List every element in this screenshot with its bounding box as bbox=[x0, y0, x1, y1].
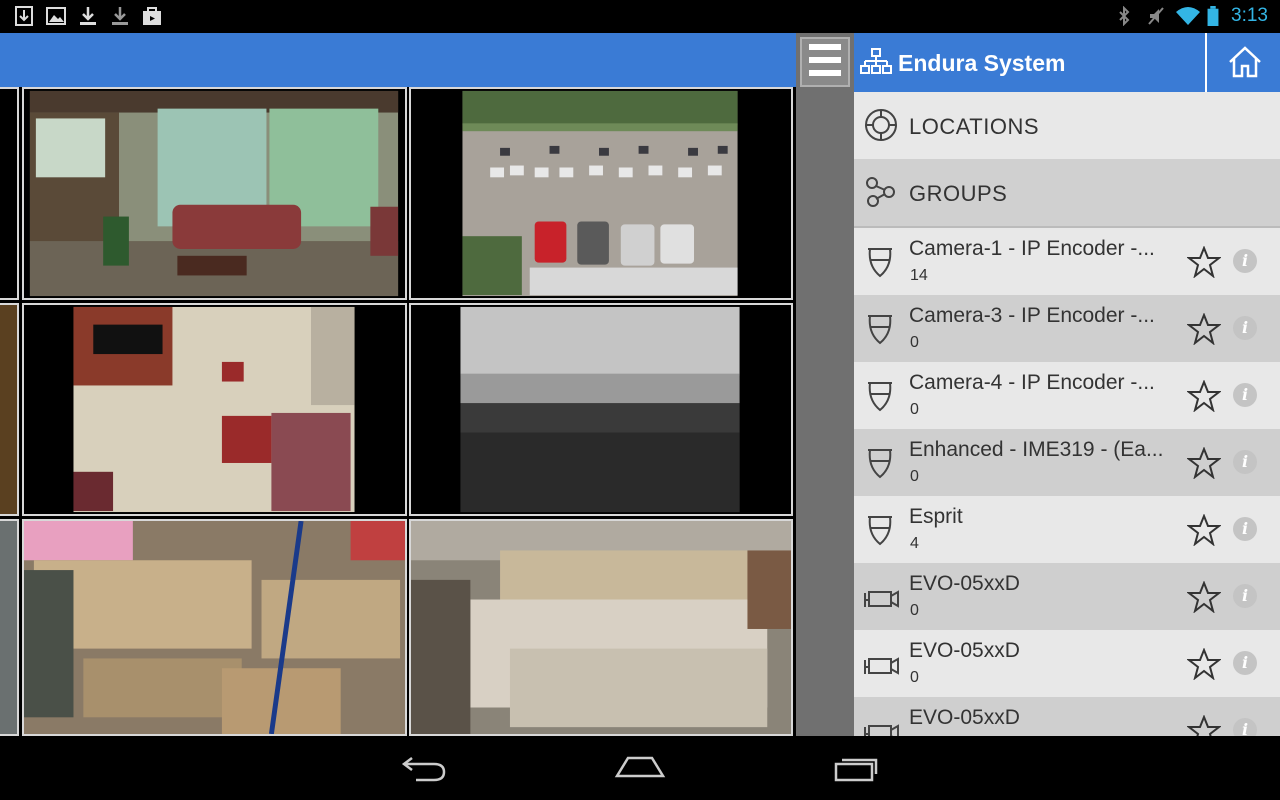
info-icon[interactable]: i bbox=[1233, 316, 1257, 340]
favorite-star-icon[interactable] bbox=[1187, 715, 1221, 736]
hamburger-line bbox=[809, 44, 841, 50]
camera-row[interactable]: EVO-05xxD i bbox=[854, 697, 1280, 736]
camera-row[interactable]: EVO-05xxD 0 i bbox=[854, 563, 1280, 630]
panel-divider bbox=[796, 33, 854, 736]
info-icon[interactable]: i bbox=[1233, 517, 1257, 541]
dome-camera-icon bbox=[868, 516, 892, 546]
video-tile-partial[interactable] bbox=[0, 303, 19, 516]
dome-camera-icon bbox=[868, 248, 892, 278]
panel-title: Endura System bbox=[898, 50, 1066, 76]
lobby-feed bbox=[24, 89, 405, 298]
status-bar: 3:13 bbox=[0, 0, 1280, 33]
video-tile-parking-lot[interactable] bbox=[409, 87, 793, 300]
system-panel: Endura System LOCATIONS GROUPS Camera-1 … bbox=[854, 33, 1280, 736]
camera-name: EVO-05xxD bbox=[909, 706, 1020, 729]
info-icon[interactable]: i bbox=[1233, 718, 1257, 736]
download-icon bbox=[80, 7, 96, 25]
groups-icon bbox=[866, 177, 895, 207]
app-bar bbox=[0, 33, 796, 87]
camera-count: 4 bbox=[910, 535, 919, 552]
video-grid bbox=[0, 87, 796, 736]
camera-count: 0 bbox=[910, 669, 919, 686]
back-icon[interactable] bbox=[400, 752, 448, 784]
system-nav-bar bbox=[0, 736, 1280, 800]
dome-camera-icon bbox=[868, 449, 892, 479]
camera-row[interactable]: Camera-4 - IP Encoder -... 0 i bbox=[854, 362, 1280, 429]
warehouse-left-feed bbox=[24, 521, 405, 734]
favorite-star-icon[interactable] bbox=[1187, 581, 1221, 613]
nav-groups[interactable]: GROUPS bbox=[854, 159, 1280, 228]
camera-name: Camera-1 - IP Encoder -... bbox=[909, 237, 1155, 260]
video-tile-reception[interactable] bbox=[22, 303, 407, 516]
home-nav-icon[interactable] bbox=[614, 752, 666, 784]
favorite-star-icon[interactable] bbox=[1187, 246, 1221, 278]
camera-name: Camera-4 - IP Encoder -... bbox=[909, 371, 1155, 394]
wifi-icon bbox=[1176, 7, 1200, 25]
favorite-star-icon[interactable] bbox=[1187, 380, 1221, 412]
dome-camera-icon bbox=[868, 382, 892, 412]
network-tree-icon bbox=[860, 48, 892, 74]
box-camera-icon bbox=[864, 590, 899, 608]
favorite-star-icon[interactable] bbox=[1187, 447, 1221, 479]
hamburger-line bbox=[809, 70, 841, 76]
reception-feed bbox=[24, 305, 405, 514]
recent-apps-icon[interactable] bbox=[832, 752, 882, 784]
video-tile-partial[interactable] bbox=[0, 519, 19, 736]
bluetooth-icon bbox=[1119, 6, 1130, 26]
panel-header: Endura System bbox=[854, 33, 1280, 92]
camera-count: 0 bbox=[910, 602, 919, 619]
video-tile-lobby[interactable] bbox=[22, 87, 407, 300]
home-button[interactable] bbox=[1205, 33, 1280, 92]
mute-icon bbox=[1148, 7, 1164, 25]
info-icon[interactable]: i bbox=[1233, 651, 1257, 675]
favorite-star-icon[interactable] bbox=[1187, 648, 1221, 680]
shopping-bag-icon bbox=[143, 7, 161, 25]
box-camera-icon bbox=[864, 657, 899, 675]
field-feed bbox=[411, 305, 791, 514]
camera-name: Esprit bbox=[909, 505, 963, 528]
favorite-star-icon[interactable] bbox=[1187, 313, 1221, 345]
hamburger-line bbox=[809, 57, 841, 63]
info-icon[interactable]: i bbox=[1233, 450, 1257, 474]
camera-count: 0 bbox=[910, 468, 919, 485]
camera-row[interactable]: Camera-1 - IP Encoder -... 14 i bbox=[854, 228, 1280, 295]
camera-row[interactable]: Esprit 4 i bbox=[854, 496, 1280, 563]
camera-name: Enhanced - IME319 - (Ea... bbox=[909, 438, 1164, 461]
battery-icon bbox=[1207, 6, 1219, 26]
nav-locations[interactable]: LOCATIONS bbox=[854, 92, 1280, 160]
video-tile-warehouse-left[interactable] bbox=[22, 519, 407, 736]
camera-name: EVO-05xxD bbox=[909, 639, 1020, 662]
camera-name: Camera-3 - IP Encoder -... bbox=[909, 304, 1155, 327]
camera-count: 0 bbox=[910, 401, 919, 418]
download-icon bbox=[112, 7, 128, 25]
video-tile-field[interactable] bbox=[409, 303, 793, 516]
favorite-star-icon[interactable] bbox=[1187, 514, 1221, 546]
video-tile-partial[interactable] bbox=[0, 87, 19, 300]
warehouse-right-feed bbox=[411, 521, 791, 734]
camera-row[interactable]: Enhanced - IME319 - (Ea... 0 i bbox=[854, 429, 1280, 496]
image-icon bbox=[46, 7, 66, 25]
info-icon[interactable]: i bbox=[1233, 383, 1257, 407]
dome-camera-icon bbox=[868, 315, 892, 345]
video-tile-warehouse-right[interactable] bbox=[409, 519, 793, 736]
camera-row[interactable]: Camera-3 - IP Encoder -... 0 i bbox=[854, 295, 1280, 362]
nav-label: GROUPS bbox=[909, 181, 1008, 206]
download-icon bbox=[15, 6, 33, 26]
info-icon[interactable]: i bbox=[1233, 249, 1257, 273]
camera-row[interactable]: EVO-05xxD 0 i bbox=[854, 630, 1280, 697]
clock: 3:13 bbox=[1231, 5, 1268, 26]
nav-label: LOCATIONS bbox=[909, 114, 1040, 139]
parking-lot-feed bbox=[411, 89, 791, 298]
camera-name: EVO-05xxD bbox=[909, 572, 1020, 595]
home-icon bbox=[1229, 46, 1261, 78]
camera-count: 0 bbox=[910, 334, 919, 351]
camera-count: 14 bbox=[910, 267, 928, 284]
info-icon[interactable]: i bbox=[1233, 584, 1257, 608]
locations-icon bbox=[865, 109, 897, 141]
menu-button[interactable] bbox=[800, 37, 850, 87]
box-camera-icon bbox=[864, 724, 899, 736]
